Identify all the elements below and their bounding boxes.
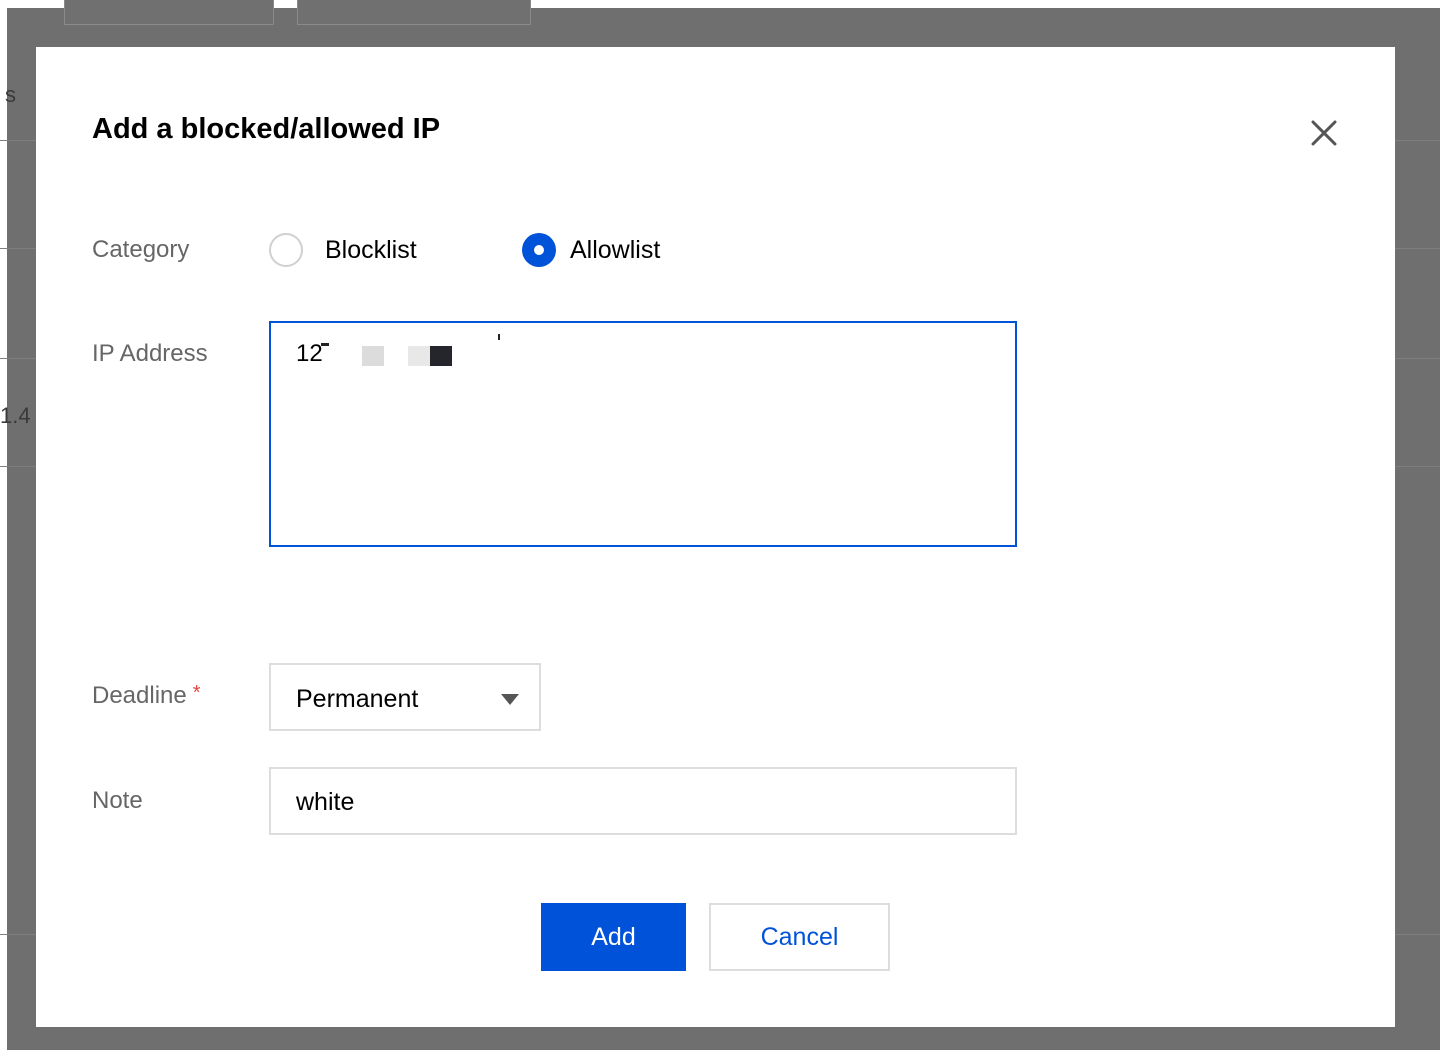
close-icon[interactable] (1308, 117, 1340, 149)
radio-allowlist[interactable]: Allowlist (522, 233, 660, 267)
ip-address-textarea[interactable]: 12 (269, 321, 1017, 547)
redaction-mask (321, 343, 329, 346)
radio-blocklist[interactable]: Blocklist (269, 233, 417, 267)
redaction-mask (498, 334, 500, 340)
ip-address-label: IP Address (92, 340, 208, 367)
note-input[interactable]: white (269, 767, 1017, 835)
radio-checked-icon (522, 233, 556, 267)
background-partial-text: s (5, 82, 16, 107)
note-label: Note (92, 787, 143, 814)
radio-label-allowlist: Allowlist (570, 235, 661, 264)
category-label: Category (92, 236, 190, 263)
add-button[interactable]: Add (541, 903, 686, 971)
dialog-title: Add a blocked/allowed IP (92, 113, 441, 145)
page-edge (0, 0, 7, 1050)
redaction-mask (362, 346, 384, 366)
deadline-value: Permanent (296, 685, 419, 713)
ip-address-value: 12 (296, 340, 323, 367)
add-ip-dialog: Add a blocked/allowed IP Category Blockl… (36, 47, 1395, 1027)
deadline-label: Deadline * (92, 682, 201, 709)
radio-unchecked-icon (269, 233, 303, 267)
caret-down-icon (501, 694, 519, 705)
redaction-mask (430, 346, 452, 366)
background-partial-text: 1.4 (0, 403, 31, 428)
deadline-select[interactable]: Permanent (269, 663, 541, 731)
background-tab (64, 0, 274, 25)
radio-label-blocklist: Blocklist (325, 235, 417, 264)
cancel-button[interactable]: Cancel (709, 903, 890, 971)
background-tab (297, 0, 531, 25)
required-mark: * (192, 682, 201, 704)
redaction-mask (408, 346, 430, 366)
note-value: white (296, 788, 355, 816)
